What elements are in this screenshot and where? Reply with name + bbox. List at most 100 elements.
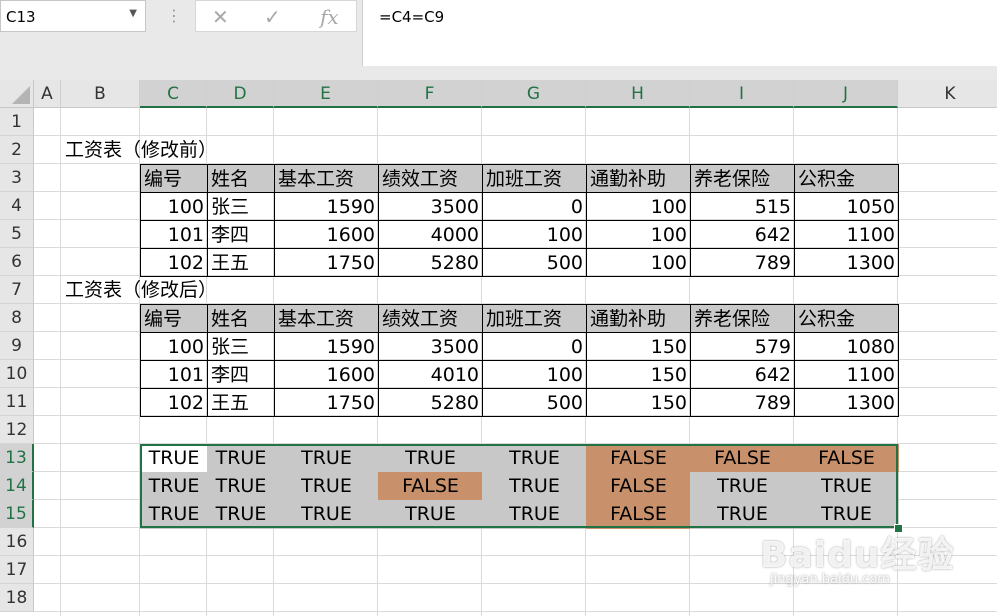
compare-cell[interactable]: FALSE [378,472,483,501]
insert-function-icon[interactable]: fx [320,5,339,29]
compare-cell[interactable]: TRUE [482,472,587,501]
table-cell[interactable]: 1590 [274,192,379,221]
table-cell[interactable]: 3500 [378,332,483,361]
table-cell[interactable]: 1080 [794,332,899,361]
select-all-button[interactable] [0,80,34,108]
table-cell[interactable]: 500 [482,248,587,277]
table-title-before[interactable]: 工资表（修改前） [62,136,220,164]
table-header-cell[interactable]: 姓名 [207,304,275,333]
column-header-a[interactable]: A [34,80,61,108]
row-header-2[interactable]: 2 [0,136,34,164]
table-header-cell[interactable]: 公积金 [794,304,899,333]
table-cell[interactable]: 5280 [378,248,483,277]
compare-cell[interactable]: TRUE [274,500,379,529]
table-cell[interactable]: 789 [690,248,795,277]
table-header-cell[interactable]: 公积金 [794,164,899,193]
table-cell[interactable]: 李四 [207,220,275,249]
table-cell[interactable]: 1750 [274,388,379,417]
column-header-d[interactable]: D [207,80,274,108]
compare-cell[interactable]: TRUE [482,500,587,529]
table-cell[interactable]: 100 [140,192,208,221]
table-cell[interactable]: 0 [482,332,587,361]
row-header-14[interactable]: 14 [0,472,34,500]
table-cell[interactable]: 1590 [274,332,379,361]
table-header-cell[interactable]: 养老保险 [690,304,795,333]
column-header-c[interactable]: C [140,80,207,108]
compare-cell[interactable]: TRUE [207,500,275,529]
table-cell[interactable]: 101 [140,220,208,249]
column-header-g[interactable]: G [482,80,586,108]
row-header-9[interactable]: 9 [0,332,34,360]
compare-cell[interactable]: FALSE [586,472,691,501]
table-cell[interactable]: 100 [482,360,587,389]
table-header-cell[interactable]: 加班工资 [482,304,587,333]
compare-cell[interactable]: TRUE [274,472,379,501]
table-cell[interactable]: 1300 [794,388,899,417]
table-cell[interactable]: 100 [482,220,587,249]
table-cell[interactable]: 579 [690,332,795,361]
table-cell[interactable]: 789 [690,388,795,417]
table-cell[interactable]: 王五 [207,388,275,417]
column-header-e[interactable]: E [274,80,378,108]
row-header-13[interactable]: 13 [0,444,34,472]
compare-cell[interactable]: FALSE [586,500,691,529]
table-cell[interactable]: 100 [586,248,691,277]
formula-bar[interactable]: =C4=C9 [362,0,997,66]
row-header-10[interactable]: 10 [0,360,34,388]
table-cell[interactable]: 100 [140,332,208,361]
table-cell[interactable]: 500 [482,388,587,417]
row-header-7[interactable]: 7 [0,276,34,304]
table-cell[interactable]: 李四 [207,360,275,389]
table-header-cell[interactable]: 通勤补助 [586,304,691,333]
compare-cell[interactable]: FALSE [690,444,795,473]
table-cell[interactable]: 150 [586,360,691,389]
table-cell[interactable]: 张三 [207,332,275,361]
table-cell[interactable]: 1050 [794,192,899,221]
compare-cell[interactable]: TRUE [140,472,208,501]
table-cell[interactable]: 5280 [378,388,483,417]
table-cell[interactable]: 100 [586,192,691,221]
table-cell[interactable]: 4000 [378,220,483,249]
compare-cell[interactable]: FALSE [794,444,899,473]
table-header-cell[interactable]: 通勤补助 [586,164,691,193]
column-header-b[interactable]: B [61,80,140,108]
row-header-11[interactable]: 11 [0,388,34,416]
compare-cell[interactable]: TRUE [140,500,208,529]
row-header-18[interactable]: 18 [0,584,34,612]
table-cell[interactable]: 101 [140,360,208,389]
name-box[interactable]: C13 ▼ [0,0,146,32]
compare-cell[interactable]: TRUE [207,444,275,473]
column-header-f[interactable]: F [378,80,482,108]
compare-cell[interactable]: TRUE [482,444,587,473]
row-header-15[interactable]: 15 [0,500,34,528]
table-title-after[interactable]: 工资表（修改后） [62,276,220,304]
compare-cell[interactable]: TRUE [690,500,795,529]
table-cell[interactable]: 1100 [794,220,899,249]
compare-cell[interactable]: TRUE [140,444,208,473]
row-header-5[interactable]: 5 [0,220,34,248]
table-header-cell[interactable]: 基本工资 [274,164,379,193]
table-cell[interactable]: 150 [586,332,691,361]
table-cell[interactable]: 1300 [794,248,899,277]
table-cell[interactable]: 1750 [274,248,379,277]
column-header-k[interactable]: K [898,80,997,108]
compare-cell[interactable]: TRUE [690,472,795,501]
compare-cell[interactable]: TRUE [274,444,379,473]
table-header-cell[interactable]: 绩效工资 [378,164,483,193]
table-header-cell[interactable]: 编号 [140,304,208,333]
table-cell[interactable]: 0 [482,192,587,221]
column-header-j[interactable]: J [794,80,898,108]
column-header-i[interactable]: I [690,80,794,108]
table-header-cell[interactable]: 加班工资 [482,164,587,193]
chevron-down-icon[interactable]: ▼ [129,8,137,19]
table-cell[interactable]: 1600 [274,220,379,249]
drag-handle-icon[interactable]: ⋮ [166,6,182,25]
table-cell[interactable]: 102 [140,248,208,277]
row-header-4[interactable]: 4 [0,192,34,220]
table-cell[interactable]: 150 [586,388,691,417]
row-header-3[interactable]: 3 [0,164,34,192]
table-cell[interactable]: 3500 [378,192,483,221]
row-header-16[interactable]: 16 [0,528,34,556]
compare-cell[interactable]: FALSE [586,444,691,473]
row-header-1[interactable]: 1 [0,108,34,136]
